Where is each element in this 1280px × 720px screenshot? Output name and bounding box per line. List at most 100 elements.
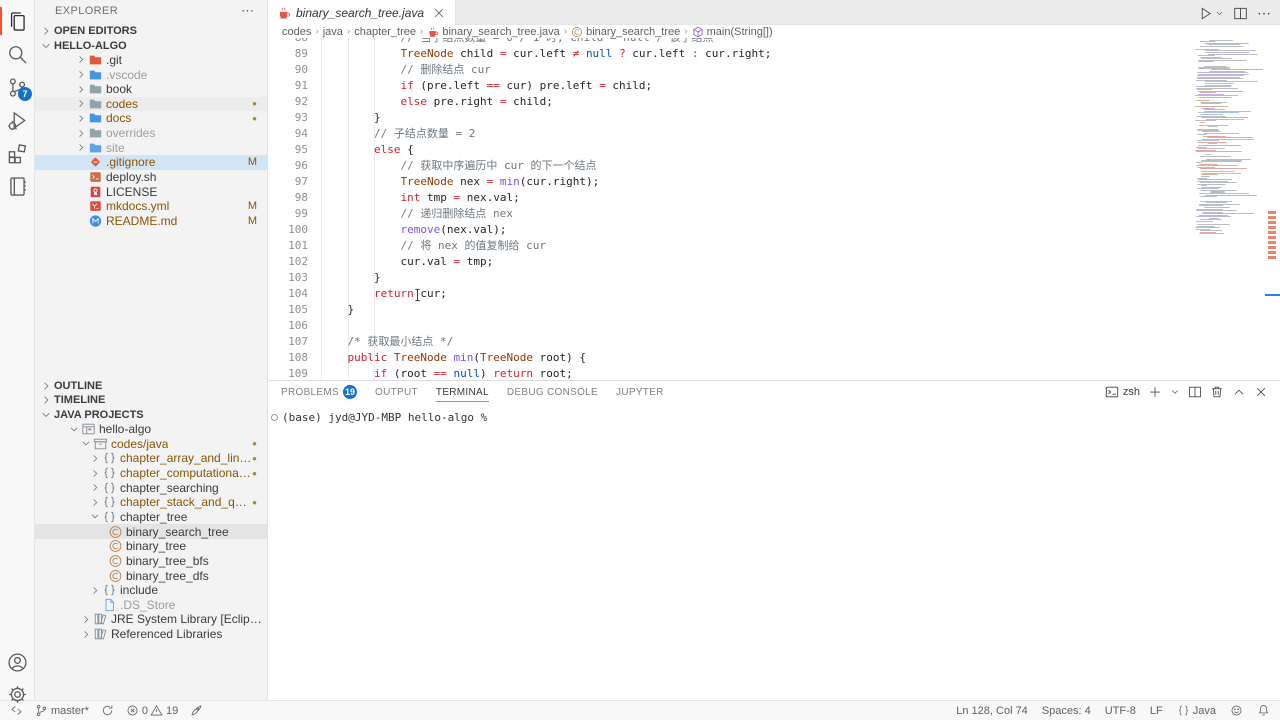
- status-encoding[interactable]: UTF-8: [1105, 705, 1136, 717]
- tree-item-overrides[interactable]: overrides: [35, 126, 267, 141]
- chevron-right-icon[interactable]: [80, 614, 92, 625]
- breadcrumb-item[interactable]: java: [323, 26, 343, 38]
- activitybar-source-control[interactable]: 7: [0, 70, 35, 104]
- breadcrumb-item[interactable]: codes: [282, 26, 311, 38]
- chevron-down-icon[interactable]: [68, 424, 80, 435]
- section-outline[interactable]: OUTLINE: [35, 378, 267, 393]
- run-icon[interactable]: [1198, 6, 1213, 21]
- tree-item-chapter-tree[interactable]: chapter_tree: [35, 510, 267, 525]
- tree-item-include[interactable]: include: [35, 583, 267, 598]
- tree-item-binary-tree-bfs[interactable]: binary_tree_bfs: [35, 554, 267, 569]
- tree-item-deploy-sh[interactable]: deploy.sh: [35, 170, 267, 185]
- tree-item--git[interactable]: .git: [35, 53, 267, 68]
- close-tab-icon[interactable]: [432, 6, 446, 20]
- minimap-line: [1198, 55, 1215, 56]
- tree-item-docs[interactable]: docs●: [35, 111, 267, 126]
- chevron-down-icon[interactable]: [80, 438, 92, 449]
- tree-item-codes-java[interactable]: codes/java●: [35, 436, 267, 451]
- activitybar-run-debug[interactable]: [0, 103, 35, 137]
- status-git-branch[interactable]: master*: [35, 704, 89, 717]
- tree-item-chapter-computational-complexity[interactable]: chapter_computational_complexity●: [35, 466, 267, 481]
- status-feedback[interactable]: [1230, 704, 1243, 717]
- tree-item-hello-algo[interactable]: hello-algo: [35, 422, 267, 437]
- tab-binary-search-tree[interactable]: binary_search_tree.java: [268, 0, 456, 25]
- tree-item--vscode[interactable]: .vscode: [35, 67, 267, 82]
- terminal-content[interactable]: (base) jyd@JYD-MBP hello-algo %: [271, 411, 1280, 424]
- tree-item--ds-store[interactable]: .DS_Store: [35, 597, 267, 612]
- more-actions-icon[interactable]: ⋯: [237, 3, 259, 19]
- status-eol[interactable]: LF: [1150, 705, 1163, 717]
- status-label: 0: [142, 705, 148, 717]
- tree-item-codes[interactable]: codes●: [35, 97, 267, 112]
- close-panel-icon[interactable]: [1254, 385, 1268, 399]
- run-dropdown-icon[interactable]: [1215, 9, 1224, 18]
- status-warnings[interactable]: 19: [150, 704, 178, 717]
- new-terminal-icon[interactable]: [1148, 385, 1162, 399]
- tree-item-readme-md[interactable]: README.mdM: [35, 214, 267, 229]
- tree-item-binary-search-tree[interactable]: binary_search_tree: [35, 524, 267, 539]
- chevron-right-icon[interactable]: [75, 84, 87, 95]
- tree-item-book[interactable]: book: [35, 82, 267, 97]
- maximize-panel-icon[interactable]: [1232, 385, 1246, 399]
- tree-item-binary-tree[interactable]: binary_tree: [35, 539, 267, 554]
- panel-tab-jupyter[interactable]: JUPYTER: [616, 381, 664, 403]
- panel-tab-output[interactable]: OUTPUT: [375, 381, 418, 403]
- chevron-spacer: [75, 215, 87, 226]
- status-notifications[interactable]: [1257, 704, 1270, 717]
- status-language-mode[interactable]: Java: [1177, 704, 1216, 717]
- section-timeline[interactable]: TIMELINE: [35, 393, 267, 408]
- kill-terminal-icon[interactable]: [1210, 385, 1224, 399]
- status-errors[interactable]: 0: [126, 704, 148, 717]
- breadcrumb-item[interactable]: chapter_tree: [354, 26, 416, 38]
- more-actions-icon[interactable]: ⋯: [1257, 5, 1272, 22]
- terminal-dropdown-icon[interactable]: [1170, 387, 1180, 397]
- status-cursor-position[interactable]: Ln 128, Col 74: [956, 705, 1028, 717]
- breadcrumb-item[interactable]: main(String[]): [692, 26, 773, 38]
- panel-tab-debug-console[interactable]: DEBUG CONSOLE: [507, 381, 598, 403]
- tree-item-jre-system-library-eclipse-temurin-17-17-[interactable]: JRE System Library [Eclipse Temurin 17 […: [35, 612, 267, 627]
- activitybar-accounts[interactable]: [0, 645, 35, 679]
- split-editor-icon[interactable]: [1233, 6, 1248, 21]
- status-sync-changes[interactable]: [101, 704, 114, 717]
- section-hello-algo[interactable]: HELLO-ALGO: [35, 38, 267, 53]
- chevron-right-icon[interactable]: [75, 113, 87, 124]
- tree-item-label: .vscode: [106, 68, 147, 82]
- activitybar-settings[interactable]: [0, 677, 35, 711]
- panel-tab-terminal[interactable]: TERMINAL: [436, 381, 489, 403]
- chevron-right-icon[interactable]: [89, 482, 101, 493]
- tree-item-chapter-searching[interactable]: chapter_searching: [35, 480, 267, 495]
- split-terminal-icon[interactable]: [1188, 385, 1202, 399]
- chevron-right-icon[interactable]: [89, 585, 101, 596]
- status-indentation[interactable]: Spaces: 4: [1042, 705, 1091, 717]
- chevron-right-icon[interactable]: [75, 128, 87, 139]
- chevron-right-icon[interactable]: [75, 142, 87, 153]
- section-open-editors[interactable]: OPEN EDITORS: [35, 23, 267, 38]
- tree-item-license[interactable]: LICENSE: [35, 184, 267, 199]
- chevron-right-icon[interactable]: [80, 629, 92, 640]
- panel-tab-problems[interactable]: PROBLEMS19: [281, 381, 357, 403]
- status-rocket[interactable]: [190, 704, 203, 717]
- activitybar-search[interactable]: [0, 37, 35, 71]
- chevron-right-icon[interactable]: [89, 453, 101, 464]
- tree-item-chapter-stack-and-queue[interactable]: chapter_stack_and_queue●: [35, 495, 267, 510]
- chevron-right-icon[interactable]: [89, 497, 101, 508]
- activitybar-extensions[interactable]: [0, 136, 35, 170]
- section-java-projects[interactable]: JAVA PROJECTS: [35, 407, 267, 422]
- tree-item-label: chapter_tree: [120, 510, 187, 524]
- tree-item-binary-tree-dfs[interactable]: binary_tree_dfs: [35, 568, 267, 583]
- tree-item-mkdocs-yml[interactable]: mkdocs.ymlM: [35, 199, 267, 214]
- chevron-right-icon[interactable]: [75, 98, 87, 109]
- chevron-right-icon[interactable]: [89, 468, 101, 479]
- terminal-shell-select[interactable]: zsh: [1105, 385, 1140, 399]
- tree-item-referenced-libraries[interactable]: Referenced Libraries: [35, 627, 267, 642]
- tree-item-site[interactable]: site: [35, 140, 267, 155]
- breadcrumb-item[interactable]: binary_search_tree: [571, 26, 680, 38]
- chevron-down-icon[interactable]: [89, 511, 101, 522]
- breadcrumb-item[interactable]: binary_search_tree.java: [427, 26, 559, 38]
- tree-item-chapter-array-and-linkedlist[interactable]: chapter_array_and_linkedlist●: [35, 451, 267, 466]
- tree-item--gitignore[interactable]: .gitignoreM: [35, 155, 267, 170]
- chevron-right-icon[interactable]: [75, 54, 87, 65]
- activitybar-notebook[interactable]: [0, 169, 35, 203]
- activitybar-explorer[interactable]: [0, 4, 35, 38]
- chevron-right-icon[interactable]: [75, 69, 87, 80]
